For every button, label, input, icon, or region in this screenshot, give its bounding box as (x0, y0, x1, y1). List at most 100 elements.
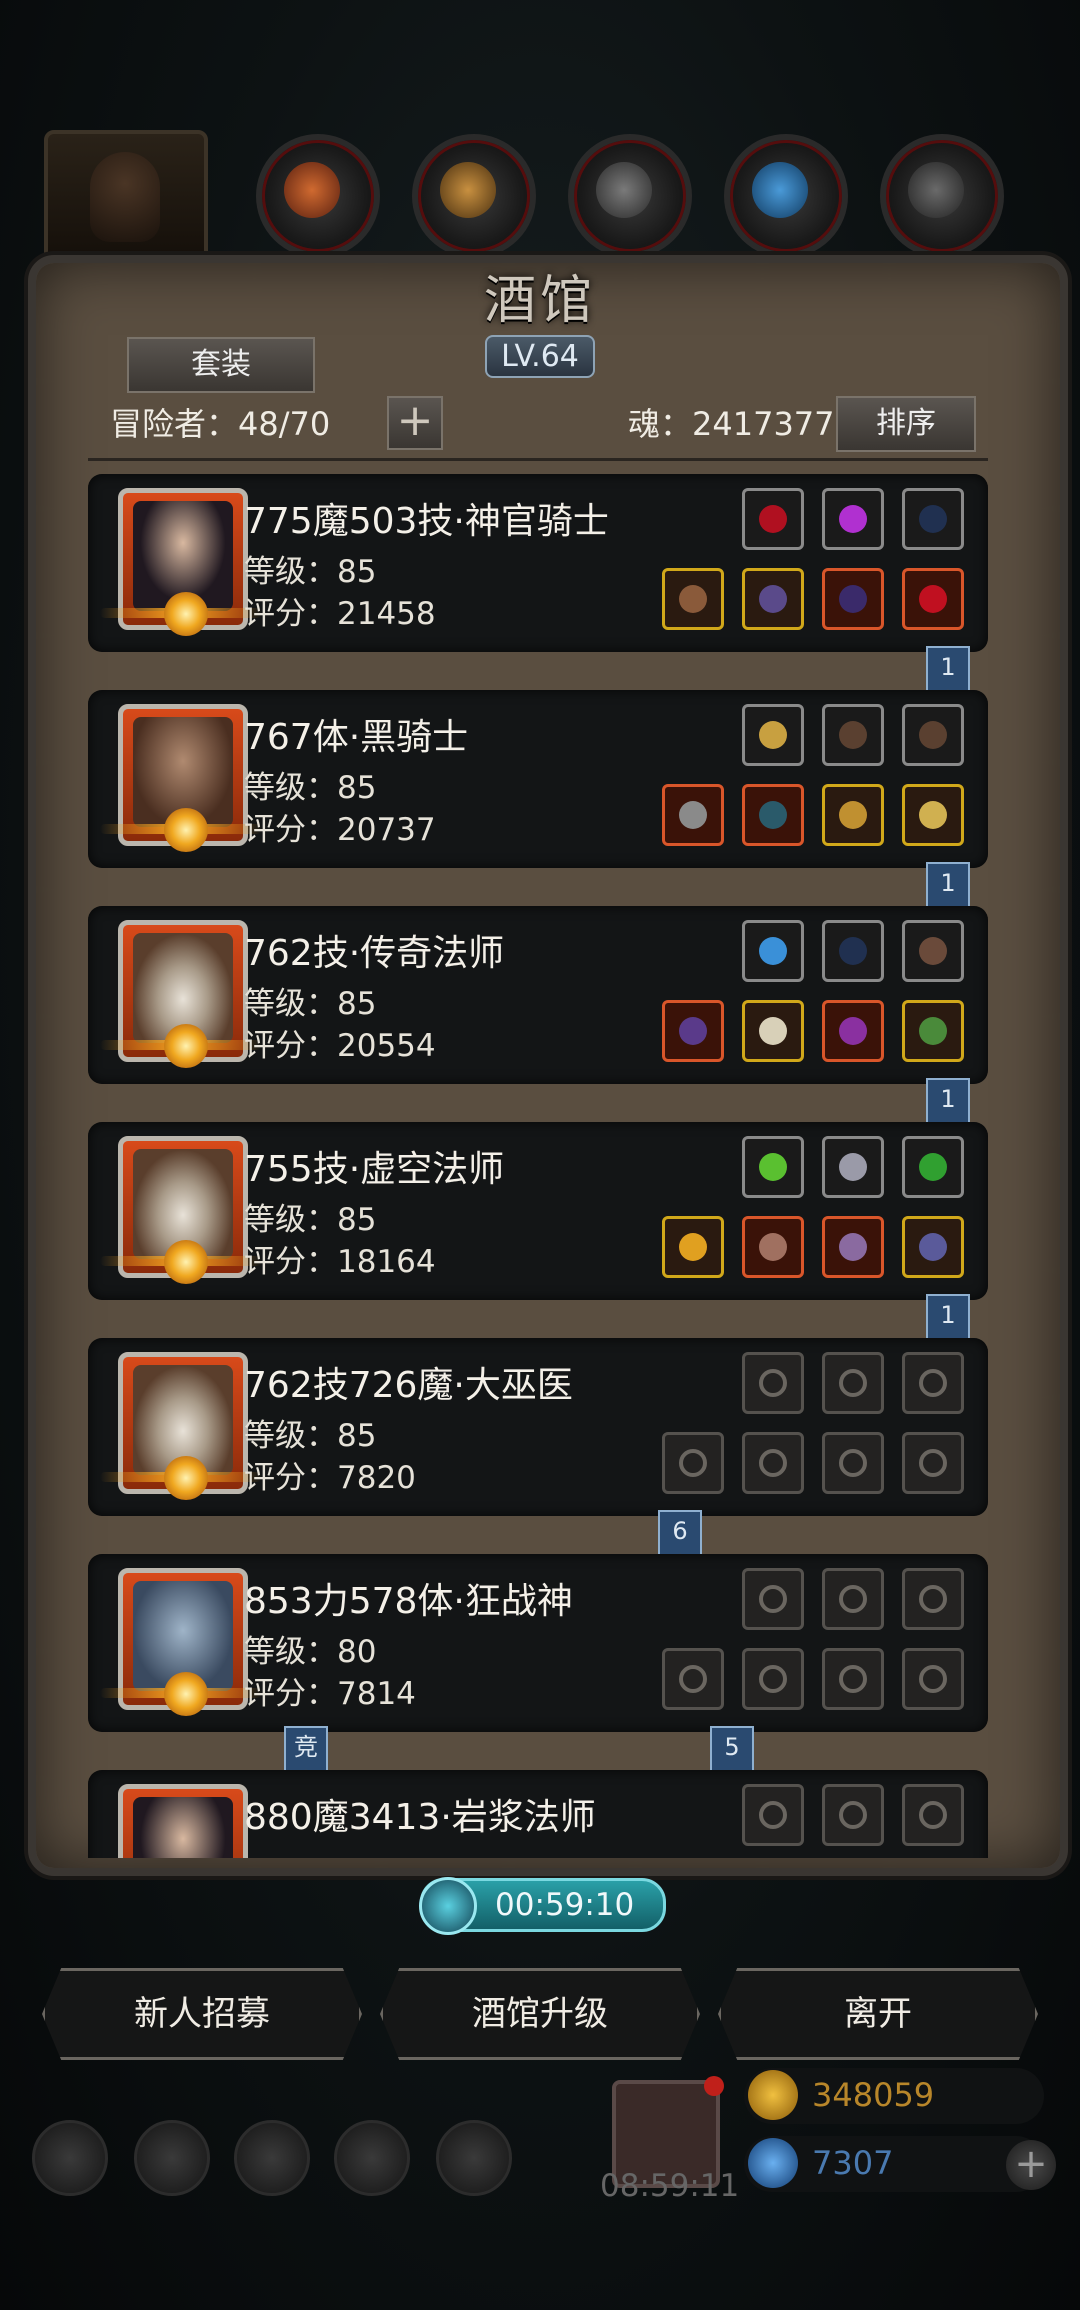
gold-coin-icon (748, 2070, 798, 2120)
equip-slot-icon[interactable] (742, 1000, 804, 1062)
soul-count: 魂：2417377 (628, 405, 835, 443)
hero-card[interactable]: 762技726魔·大巫医 等级：85 评分：7820 (88, 1338, 988, 1516)
empty-rune-slot-icon[interactable] (902, 1784, 964, 1846)
empty-ring-slot-icon[interactable] (822, 1648, 884, 1710)
equip-slot-icon[interactable] (902, 704, 964, 766)
clock-icon (419, 1877, 477, 1935)
refresh-timer: 00:59:10 (419, 1877, 666, 1935)
empty-flame-slot-icon[interactable] (742, 1352, 804, 1414)
equip-slot-icon[interactable] (742, 704, 804, 766)
empty-flame-slot-icon[interactable] (742, 1568, 804, 1630)
header-divider (88, 458, 988, 461)
equip-slot-icon[interactable] (822, 488, 884, 550)
slot-icon-1[interactable] (256, 134, 380, 258)
empty-armor-slot-icon[interactable] (742, 1648, 804, 1710)
settings-gear-icon[interactable] (32, 2120, 108, 2196)
equip-slot-icon[interactable] (742, 568, 804, 630)
hero-name: 775魔503技·神官骑士 (244, 501, 609, 542)
equip-slot-icon[interactable] (902, 1136, 964, 1198)
hero-score: 评分：18164 (244, 1244, 436, 1280)
slot-icon-5[interactable] (880, 134, 1004, 258)
equip-slot-icon[interactable] (822, 784, 884, 846)
equip-slot-icon[interactable] (742, 920, 804, 982)
adventurer-count: 冒险者：48/70 (110, 405, 331, 443)
gold-value: 348059 (812, 2076, 935, 2114)
hero-avatar (118, 1784, 248, 1858)
equip-slot-icon[interactable] (742, 784, 804, 846)
hero-card[interactable]: 767体·黑骑士 等级：85 评分：20737 (88, 690, 988, 868)
add-currency-button[interactable]: + (1006, 2140, 1056, 2190)
hero-score: 评分：7814 (244, 1676, 416, 1712)
set-button[interactable]: 套装 (127, 337, 315, 393)
equip-slot-icon[interactable] (902, 1216, 964, 1278)
empty-flame-slot-icon[interactable] (742, 1784, 804, 1846)
equip-slot-icon[interactable] (822, 1216, 884, 1278)
equip-slot-icon[interactable] (902, 488, 964, 550)
sun-emblem-icon (164, 808, 208, 852)
empty-rune-slot-icon[interactable] (822, 1352, 884, 1414)
equip-slot-icon[interactable] (822, 568, 884, 630)
hero-level: 等级：85 (244, 1418, 377, 1454)
sort-button[interactable]: 排序 (836, 396, 976, 452)
upgrade-tavern-button[interactable]: 酒馆升级 (380, 1968, 700, 2060)
equip-slot-icon[interactable] (742, 1136, 804, 1198)
equip-slot-icon[interactable] (902, 920, 964, 982)
top-slot-bar (0, 130, 1080, 278)
hero-card[interactable]: 755技·虚空法师 等级：85 评分：18164 (88, 1122, 988, 1300)
equip-slot-icon[interactable] (662, 1000, 724, 1062)
equip-slot-icon[interactable] (662, 1216, 724, 1278)
equip-slot-icon[interactable] (822, 920, 884, 982)
equip-slot-icon[interactable] (902, 1000, 964, 1062)
empty-rune-slot-icon[interactable] (822, 1784, 884, 1846)
guild-icon[interactable] (234, 2120, 310, 2196)
sun-emblem-icon (164, 1024, 208, 1068)
slot-icon-3[interactable] (568, 134, 692, 258)
empty-rune-slot-icon[interactable] (902, 1352, 964, 1414)
sun-emblem-icon (164, 1456, 208, 1500)
hero-card[interactable]: 762技·传奇法师 等级：85 评分：20554 (88, 906, 988, 1084)
equip-slot-icon[interactable] (822, 1136, 884, 1198)
hero-name: 767体·黑骑士 (244, 717, 469, 758)
empty-ring-slot-icon[interactable] (822, 1432, 884, 1494)
equip-slot-icon[interactable] (822, 1000, 884, 1062)
add-adventurer-button[interactable]: + (387, 396, 443, 450)
hero-name: 762技·传奇法师 (244, 933, 505, 974)
equip-slot-icon[interactable] (902, 568, 964, 630)
recruit-button[interactable]: 新人招募 (42, 1968, 362, 2060)
player-face (90, 152, 160, 242)
hero-level: 等级：85 (244, 554, 377, 590)
slot-icon-4[interactable] (724, 134, 848, 258)
empty-armor-slot-icon[interactable] (742, 1432, 804, 1494)
achievement-icon[interactable] (134, 2120, 210, 2196)
equip-slot-icon[interactable] (822, 704, 884, 766)
hero-level: 等级：85 (244, 770, 377, 806)
equip-slot-icon[interactable] (662, 784, 724, 846)
leave-button[interactable]: 离开 (718, 1968, 1038, 2060)
equip-slot-icon[interactable] (742, 1216, 804, 1278)
hero-list[interactable]: 775魔503技·神官骑士 等级：85 评分：21458 1 767体·黑骑士 … (60, 470, 1000, 1858)
empty-ring-slot-icon[interactable] (902, 1648, 964, 1710)
sun-emblem-icon (164, 592, 208, 636)
hero-card[interactable]: 775魔503技·神官骑士 等级：85 评分：21458 (88, 474, 988, 652)
empty-axe-slot-icon[interactable] (662, 1648, 724, 1710)
mail-icon[interactable] (334, 2120, 410, 2196)
hero-score: 评分：7820 (244, 1460, 416, 1496)
empty-ring-slot-icon[interactable] (902, 1432, 964, 1494)
tavern-title-plate: 酒馆 LV.64 (440, 258, 640, 378)
equip-slot-icon[interactable] (902, 784, 964, 846)
hero-level: 等级：85 (244, 986, 377, 1022)
equip-slot-icon[interactable] (662, 568, 724, 630)
timer-text: 00:59:10 (495, 1887, 635, 1923)
empty-rune-slot-icon[interactable] (822, 1568, 884, 1630)
hero-level: 等级：85 (244, 1202, 377, 1238)
sun-emblem-icon (164, 1672, 208, 1716)
hero-card[interactable]: 880魔3413·岩浆法师 (88, 1770, 988, 1858)
equip-slot-icon[interactable] (742, 488, 804, 550)
empty-weapon-slot-icon[interactable] (662, 1432, 724, 1494)
hero-level: 等级：80 (244, 1634, 377, 1670)
empty-rune-slot-icon[interactable] (902, 1568, 964, 1630)
inventory-icon[interactable] (436, 2120, 512, 2196)
hero-card[interactable]: 853力578体·狂战神 等级：80 评分：7814 (88, 1554, 988, 1732)
slot-icon-2[interactable] (412, 134, 536, 258)
gem-resource: 7307 (744, 2136, 1044, 2192)
